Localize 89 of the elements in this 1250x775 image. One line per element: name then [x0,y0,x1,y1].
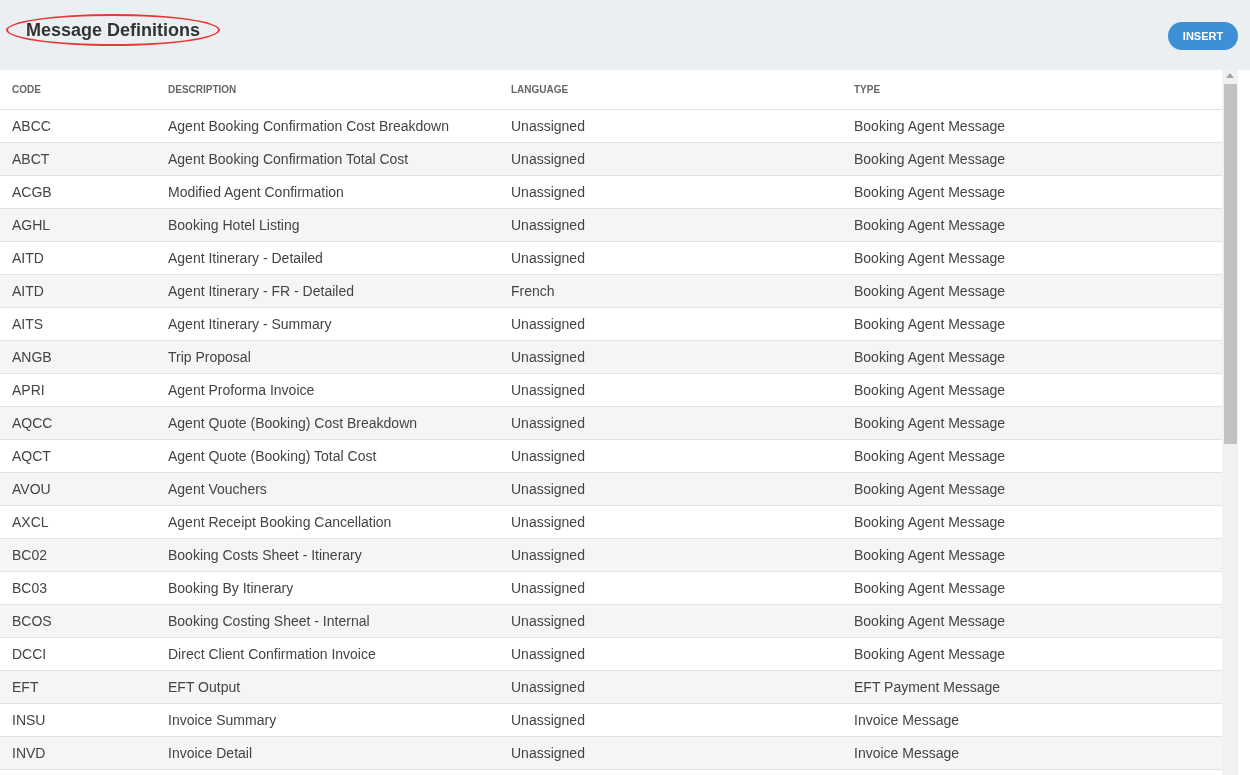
table-cell-text: Booking Agent Message [853,149,1006,169]
table-cell-text: Invoice Detail [167,743,254,763]
insert-button[interactable]: INSERT [1168,22,1238,50]
table-cell-text: Booking Agent Message [853,215,1006,235]
table-cell-text: Booking Costing Sheet - Internal [167,611,371,631]
table-cell-text: Agent Itinerary - FR - Detailed [167,281,355,301]
table-cell-text: EFT Output [167,677,242,697]
table-cell-text: Unassigned [510,182,586,202]
table-cell-text: DCCI [11,644,48,664]
table-cell-text: Direct Client Confirmation Invoice [167,644,377,664]
table-cell-text: Agent Booking Confirmation Cost Breakdown [167,116,450,136]
table-cell-text: ACGB [11,182,53,202]
table-cell-text: ABCT [11,149,51,169]
scroll-up-icon[interactable] [1226,72,1234,78]
table-cell-text: Booking Agent Message [853,545,1006,565]
table-cell-text: Agent Booking Confirmation Total Cost [167,149,410,169]
table-cell-text: Booking Agent Message [853,644,1006,664]
table-cell-text: Invoice Message [853,743,961,763]
table-cell-text: AQCT [11,446,52,466]
table-cell-text: AITS [11,314,45,334]
table-cell-text: Agent Quote (Booking) Cost Breakdown [167,413,419,433]
column-header: LANGUAGE [510,83,570,97]
table-cell-text: ANGB [11,347,53,367]
table-cell-text: APRI [11,380,46,400]
table-cell-text: Booking Agent Message [853,314,1006,334]
table-cell-text: Booking Agent Message [853,578,1006,598]
table-cell-text: Agent Proforma Invoice [167,380,316,400]
table-cell-text: Unassigned [510,644,586,664]
table-cell-text: Unassigned [510,545,586,565]
table-cell-text: Agent Vouchers [167,479,268,499]
table-cell-text: Booking Agent Message [853,116,1006,136]
table-cell-text: AVOU [11,479,52,499]
table-cell-text: Unassigned [510,116,586,136]
page-title: Message Definitions [25,19,200,41]
table-cell-text: AQCC [11,413,54,433]
table-cell-text: Booking Agent Message [853,380,1006,400]
table-cell-text: INVD [11,743,47,763]
table-cell-text: Trip Proposal [167,347,252,367]
table-cell-text: Booking Hotel Listing [167,215,301,235]
column-header: TYPE [853,83,882,97]
table-cell-text: Unassigned [510,347,586,367]
table-cell-text: AITD [11,281,45,301]
table-cell-text: Unassigned [510,710,586,730]
table-cell-text: Invoice Summary [167,710,278,730]
table-cell-text: Booking Agent Message [853,479,1006,499]
table-cell-text: Invoice Message [853,710,961,730]
table-cell-text: Booking Agent Message [853,446,1006,466]
table-cell-text: AITD [11,248,45,268]
table-cell-text: Unassigned [510,413,586,433]
table-cell-text: Booking By Itinerary [167,578,295,598]
table-cell-text: Unassigned [510,149,586,169]
table-cell-text: BC02 [11,545,49,565]
table-cell-text: Booking Agent Message [853,248,1006,268]
table-cell-text: Agent Quote (Booking) Total Cost [167,446,378,466]
column-header: DESCRIPTION [167,83,238,97]
table-cell-text: Agent Itinerary - Detailed [167,248,324,268]
column-header: CODE [11,83,42,97]
table-cell-text: Unassigned [510,479,586,499]
table-cell-text: Unassigned [510,743,586,763]
table-cell-text: Unassigned [510,578,586,598]
table-cell-text: Agent Itinerary - Summary [167,314,333,334]
table-cell-text: Unassigned [510,611,586,631]
table-cell-text: Unassigned [510,446,586,466]
table-cell-text: Unassigned [510,380,586,400]
table-cell-text: Unassigned [510,215,586,235]
table-cell-text: Booking Agent Message [853,182,1006,202]
scrollbar-track[interactable] [1222,70,1238,775]
table-cell-text: Unassigned [510,314,586,334]
table-cell-text: ABCC [11,116,52,136]
table-cell-text: Unassigned [510,677,586,697]
table-cell-text: BCOS [11,611,53,631]
table-cell-text: BC03 [11,578,49,598]
table-cell-text: Unassigned [510,248,586,268]
scrollbar-thumb[interactable] [1223,84,1237,444]
table-cell-text: French [510,281,556,301]
table-cell-text: AGHL [11,215,52,235]
table-cell-text: EFT [11,677,40,697]
table-cell-text: Booking Agent Message [853,413,1006,433]
table-cell-text: Booking Agent Message [853,611,1006,631]
table-cell-text: Agent Receipt Booking Cancellation [167,512,393,532]
table-cell-text: EFT Payment Message [853,677,1002,697]
table-cell-text: Booking Agent Message [853,347,1006,367]
table-cell-text: Booking Costs Sheet - Itinerary [167,545,363,565]
table-cell-text: Booking Agent Message [853,512,1006,532]
table-cell-text: AXCL [11,512,50,532]
table-cell-text: INSU [11,710,47,730]
table-cell-text: Booking Agent Message [853,281,1006,301]
table-cell-text: Unassigned [510,512,586,532]
table-cell-text: Modified Agent Confirmation [167,182,345,202]
